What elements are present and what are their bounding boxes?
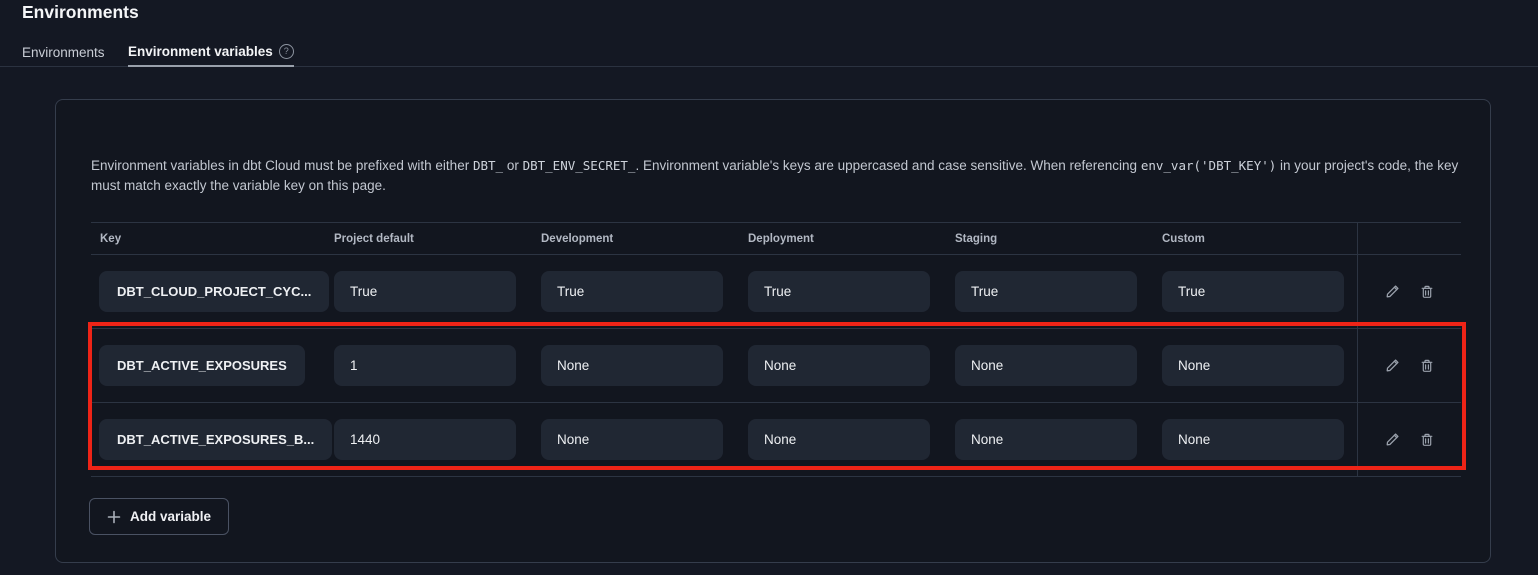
table-row: DBT_CLOUD_PROJECT_CYC... True True True … xyxy=(91,255,1461,329)
column-header-key: Key xyxy=(91,223,334,254)
environment-variables-card: Environment variables in dbt Cloud must … xyxy=(55,99,1491,563)
add-variable-button[interactable]: Add variable xyxy=(89,498,229,535)
column-header-project-default: Project default xyxy=(334,223,541,254)
row-actions xyxy=(1357,403,1461,476)
code-env-var-reference: env_var('DBT_KEY') xyxy=(1141,158,1276,173)
env-var-key-pill: DBT_ACTIVE_EXPOSURES xyxy=(99,345,305,386)
column-header-actions xyxy=(1357,223,1461,254)
table-header-row: Key Project default Development Deployme… xyxy=(91,222,1461,255)
trash-icon xyxy=(1419,284,1435,300)
table-row: DBT_ACTIVE_EXPOSURES 1 None None None No… xyxy=(91,329,1461,403)
env-var-value-pill: None xyxy=(1162,345,1344,386)
tab-bar: Environments Environment variables ? xyxy=(0,38,1538,67)
pencil-icon xyxy=(1384,283,1401,300)
tab-environments[interactable]: Environments xyxy=(22,38,105,66)
pencil-icon xyxy=(1384,431,1401,448)
row-actions xyxy=(1357,255,1461,328)
page-title: Environments xyxy=(22,0,139,24)
trash-icon xyxy=(1419,358,1435,374)
description-text: Environment variables in dbt Cloud must … xyxy=(91,156,1463,196)
env-var-value-pill: None xyxy=(748,419,930,460)
tab-environments-label: Environments xyxy=(22,45,105,60)
edit-variable-button[interactable] xyxy=(1382,430,1402,450)
tab-environment-variables[interactable]: Environment variables ? xyxy=(128,38,294,67)
env-var-value-pill: True xyxy=(541,271,723,312)
environment-variables-table: Key Project default Development Deployme… xyxy=(91,222,1461,477)
column-header-staging: Staging xyxy=(955,223,1162,254)
env-var-value-pill: 1 xyxy=(334,345,516,386)
delete-variable-button[interactable] xyxy=(1417,356,1437,376)
column-header-development: Development xyxy=(541,223,748,254)
env-var-key-pill: DBT_CLOUD_PROJECT_CYC... xyxy=(99,271,329,312)
env-var-value-pill: None xyxy=(541,419,723,460)
trash-icon xyxy=(1419,432,1435,448)
row-actions xyxy=(1357,329,1461,402)
env-var-value-pill: 1440 xyxy=(334,419,516,460)
env-var-key-pill: DBT_ACTIVE_EXPOSURES_B... xyxy=(99,419,332,460)
pencil-icon xyxy=(1384,357,1401,374)
env-var-value-pill: True xyxy=(1162,271,1344,312)
edit-variable-button[interactable] xyxy=(1382,356,1402,376)
env-var-value-pill: None xyxy=(748,345,930,386)
env-var-value-pill: None xyxy=(955,345,1137,386)
description-part: Environment variables in dbt Cloud must … xyxy=(91,158,473,173)
column-header-custom: Custom xyxy=(1162,223,1357,254)
delete-variable-button[interactable] xyxy=(1417,430,1437,450)
code-dbt-env-secret-prefix: DBT_ENV_SECRET_ xyxy=(523,158,636,173)
env-var-value-pill: True xyxy=(748,271,930,312)
env-var-value-pill: None xyxy=(955,419,1137,460)
column-header-deployment: Deployment xyxy=(748,223,955,254)
env-var-value-pill: None xyxy=(1162,419,1344,460)
env-var-value-pill: True xyxy=(955,271,1137,312)
code-dbt-prefix: DBT_ xyxy=(473,158,503,173)
plus-icon xyxy=(107,510,121,524)
description-part: . Environment variable's keys are upperc… xyxy=(635,158,1140,173)
add-variable-label: Add variable xyxy=(130,509,211,524)
help-icon[interactable]: ? xyxy=(279,44,294,59)
env-var-value-pill: None xyxy=(541,345,723,386)
env-var-value-pill: True xyxy=(334,271,516,312)
table-row: DBT_ACTIVE_EXPOSURES_B... 1440 None None… xyxy=(91,403,1461,477)
description-part: or xyxy=(503,158,523,173)
tab-environment-variables-label: Environment variables xyxy=(128,44,273,59)
edit-variable-button[interactable] xyxy=(1382,282,1402,302)
delete-variable-button[interactable] xyxy=(1417,282,1437,302)
